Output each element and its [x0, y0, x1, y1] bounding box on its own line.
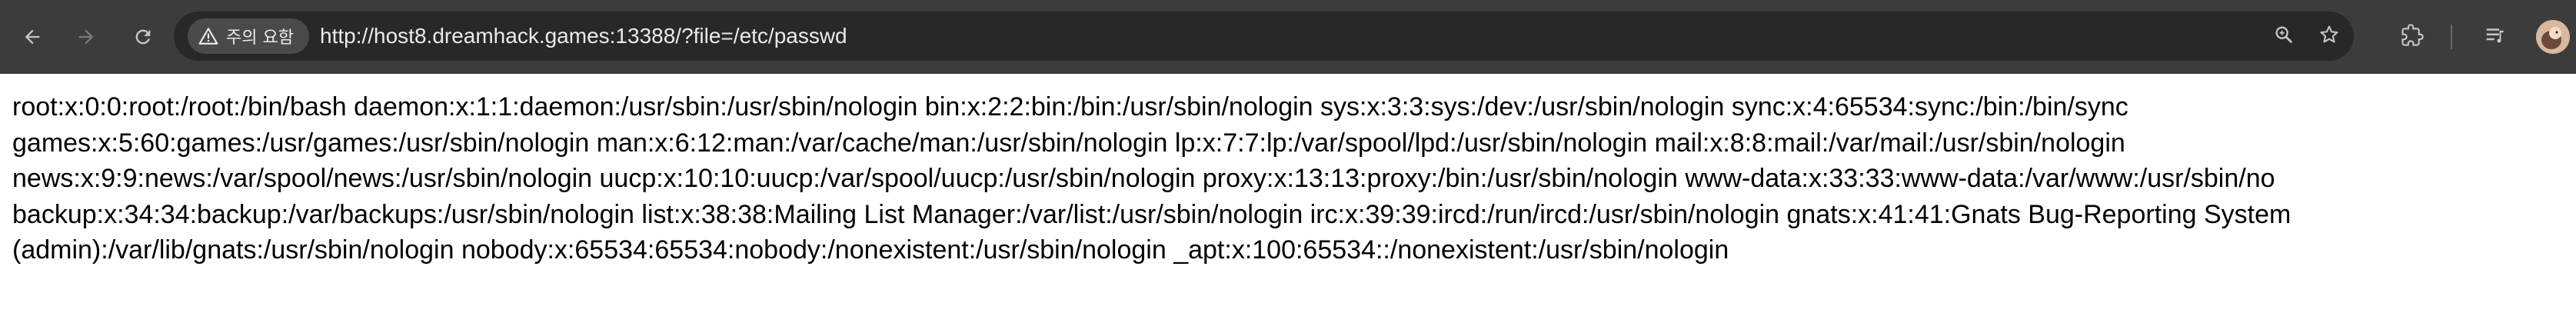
avatar[interactable] — [2536, 20, 2570, 54]
reading-list-icon — [2484, 24, 2507, 51]
browser-toolbar: 주의 요함 http://host8.dreamhack.games:13388… — [0, 0, 2576, 74]
text-line: root:x:0:0:root:/root:/bin/bash daemon:x… — [12, 92, 2128, 122]
zoom-icon — [2273, 24, 2295, 49]
puzzle-icon — [2401, 23, 2424, 51]
reload-icon — [132, 26, 154, 48]
extensions-button[interactable] — [2394, 18, 2431, 55]
zoom-button[interactable] — [2265, 18, 2302, 55]
url-text[interactable]: http://host8.dreamhack.games:13388/?file… — [320, 12, 847, 61]
reading-list-button[interactable] — [2477, 18, 2514, 55]
bookmark-button[interactable] — [2311, 18, 2348, 55]
text-line: (admin):/var/lib/gnats:/usr/sbin/nologin… — [12, 235, 1729, 265]
toolbar-divider — [2451, 25, 2452, 49]
forward-button[interactable] — [68, 18, 105, 55]
text-line: games:x:5:60:games:/usr/games:/usr/sbin/… — [12, 128, 2125, 158]
reload-button[interactable] — [125, 18, 161, 55]
star-icon — [2318, 24, 2340, 49]
text-line: news:x:9:9:news:/var/spool/news:/usr/sbi… — [12, 164, 2275, 193]
arrow-right-icon — [75, 26, 97, 48]
back-button[interactable] — [14, 18, 51, 55]
address-bar[interactable]: 주의 요함 http://host8.dreamhack.games:13388… — [174, 12, 2354, 61]
page-content: root:x:0:0:root:/root:/bin/bash daemon:x… — [0, 74, 2576, 323]
warning-triangle-icon — [197, 25, 220, 48]
security-chip-label: 주의 요함 — [226, 28, 294, 48]
security-chip[interactable]: 주의 요함 — [188, 18, 309, 54]
text-line: backup:x:34:34:backup:/var/backups:/usr/… — [12, 199, 2291, 229]
passwd-file-text: root:x:0:0:root:/root:/bin/bash daemon:x… — [12, 89, 2576, 268]
arrow-left-icon — [22, 26, 43, 48]
